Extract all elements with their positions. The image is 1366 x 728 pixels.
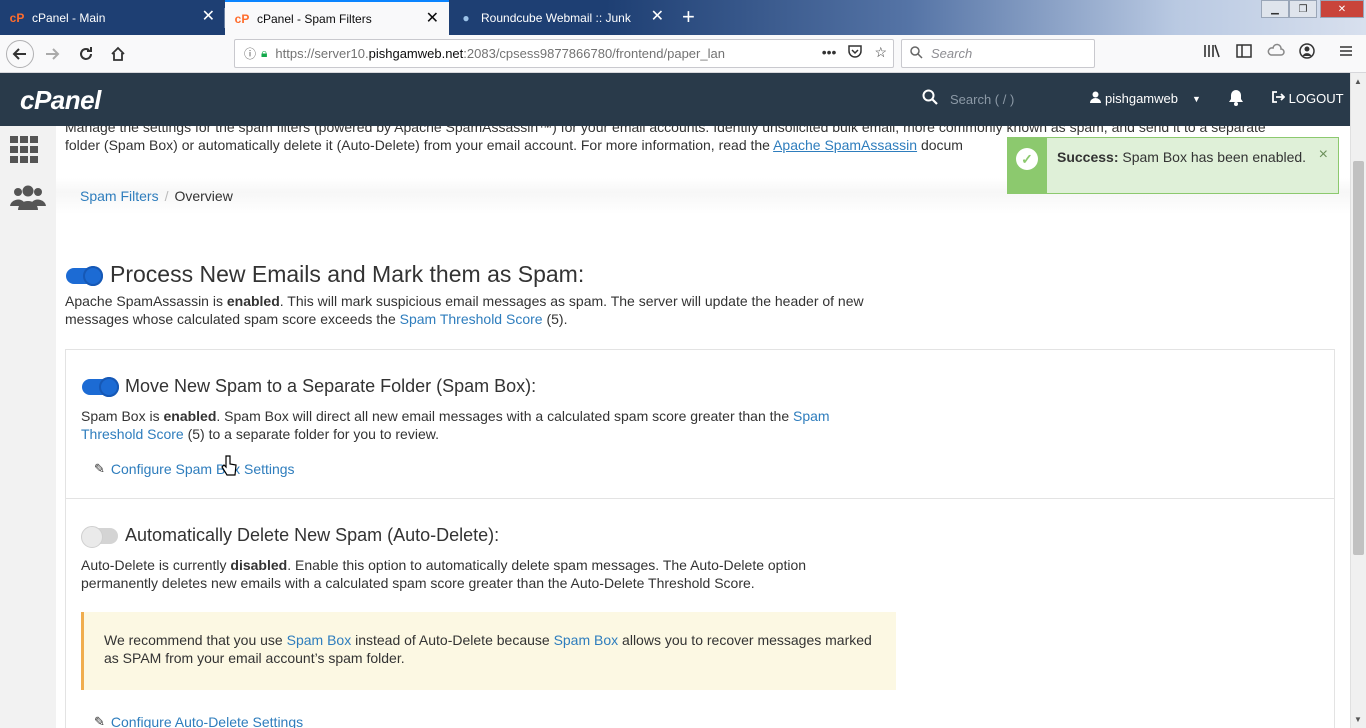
spam-threshold-score-link[interactable]: Spam Threshold Score [400,311,543,327]
configure-spam-box-label: Configure Spam Box Settings [110,461,295,477]
breadcrumb-spam-filters[interactable]: Spam Filters [80,188,159,204]
tab-title: cPanel - Main [32,10,106,25]
user-menu[interactable]: pishgamweb ▼ [1090,91,1201,106]
browser-search-box[interactable]: Search [901,39,1095,68]
tab-cpanel-main[interactable]: cP cPanel - Main ✕ [0,0,225,35]
section-divider [66,498,1334,499]
back-arrow-icon [12,48,26,60]
close-icon[interactable]: ✕ [651,9,664,25]
menu-icon[interactable] [1338,43,1354,64]
library-icon[interactable] [1203,43,1221,64]
bookmark-star-icon[interactable]: ☆ [874,44,887,61]
tab-roundcube-junk[interactable]: ● Roundcube Webmail :: Junk ✕ [449,0,674,35]
window-close-button[interactable]: ✕ [1320,0,1364,18]
pencil-icon: ✎ [94,714,105,728]
auto-delete-toggle[interactable] [81,526,118,548]
minimize-button[interactable]: ▁ [1261,0,1289,18]
recommendation-warning: We recommend that you use Spam Box inste… [81,612,896,690]
process-emails-title: Process New Emails and Mark them as Spam… [110,261,585,287]
toast-close-button[interactable]: × [1319,146,1328,164]
auto-delete-title: Automatically Delete New Spam (Auto-Dele… [125,525,500,545]
pocket-icon[interactable] [848,44,863,61]
account-icon[interactable] [1299,43,1315,64]
hand-cursor-icon [221,455,237,483]
search-icon [910,45,923,62]
spam-box-link[interactable]: Spam Box [287,632,352,648]
cpanel-header: cPanel Search ( / ) pishgamweb ▼ LOGOUT [0,73,1366,126]
configure-auto-delete-label: Configure Auto-Delete Settings [110,714,304,728]
tab-cpanel-spam-filters[interactable]: cP cPanel - Spam Filters ✕ [225,0,449,35]
spam-box-toggle[interactable] [82,377,119,397]
chevron-down-icon: ▼ [1192,93,1201,104]
page-actions-icon[interactable]: ••• [822,44,837,61]
forward-arrow-icon [46,48,60,60]
tab-title: cPanel - Spam Filters [257,11,372,26]
bell-icon[interactable] [1228,89,1244,111]
breadcrumb-current: Overview [174,188,233,204]
process-emails-description: Apache SpamAssassin is enabled. This wil… [65,293,864,327]
logout-icon [1272,91,1289,106]
maximize-button[interactable]: ❐ [1289,0,1317,18]
reload-button[interactable] [72,40,100,68]
browser-nav-bar: ⓘ 🔒︎ https://server10.pishgamweb.net:208… [0,35,1366,73]
forward-button[interactable] [38,40,66,68]
pencil-icon: ✎ [94,461,105,476]
lock-icon[interactable]: 🔒︎ [261,46,267,61]
scrollbar-thumb[interactable] [1353,161,1364,555]
vertical-scrollbar[interactable]: ▲ ▼ [1350,73,1366,728]
toast-message: Spam Box has been enabled. [1118,149,1307,165]
apache-spamassassin-link[interactable]: Apache SpamAssassin [773,137,917,153]
spam-box-link[interactable]: Spam Box [554,632,619,648]
cpanel-logo[interactable]: cPanel [20,85,101,116]
home-icon [111,46,125,61]
cpanel-icon: cP [9,10,25,25]
roundcube-icon: ● [462,10,470,25]
users-icon [10,185,46,210]
sync-icon[interactable] [1267,43,1285,64]
reload-icon [80,47,92,60]
search-icon [922,89,938,110]
address-bar[interactable]: ⓘ 🔒︎ https://server10.pishgamweb.net:208… [234,39,894,68]
breadcrumb-separator: / [164,188,169,204]
tab-title: Roundcube Webmail :: Junk [481,10,631,25]
intro-line-1: Manage the settings for the spam filters… [65,126,1266,135]
spam-options-panel: Move New Spam to a Separate Folder (Spam… [65,349,1335,728]
cpanel-search[interactable]: Search ( / ) [922,89,1014,110]
search-placeholder: Search [931,46,973,61]
username: pishgamweb [1105,91,1178,106]
spam-box-title: Move New Spam to a Separate Folder (Spam… [125,376,537,396]
sidebar-toggle-icon[interactable] [1236,43,1252,64]
back-button[interactable] [6,40,34,68]
breadcrumb: Spam Filters / Overview [80,188,233,204]
auto-delete-description: Auto-Delete is currently disabled. Enabl… [81,557,807,591]
main-content: Manage the settings for the spam filters… [56,126,1350,728]
close-icon[interactable]: ✕ [202,9,215,25]
toast-label: Success: [1057,149,1119,165]
user-icon [1090,91,1101,106]
browser-tab-bar: cP cPanel - Main ✕ cP cPanel - Spam Filt… [0,0,1366,35]
logout-button[interactable]: LOGOUT [1272,91,1344,106]
scroll-up-icon[interactable]: ▲ [1354,77,1362,86]
success-toast: ✓ Success: Spam Box has been enabled. × [1007,137,1339,194]
cpanel-sidebar [0,126,56,728]
url-text: https://server10.pishgamweb.net:2083/cps… [275,46,725,61]
logout-label: LOGOUT [1288,91,1344,106]
sidebar-item-users[interactable] [10,184,46,214]
configure-spam-box-link[interactable]: ✎ Configure Spam Box Settings [94,461,295,477]
grid-icon [10,136,38,163]
new-tab-button[interactable]: + [682,4,695,30]
home-button[interactable] [104,40,132,68]
scroll-down-icon[interactable]: ▼ [1354,715,1362,724]
tab-bar-background [606,0,1366,35]
configure-auto-delete-link[interactable]: ✎ Configure Auto-Delete Settings [94,714,303,728]
cpanel-icon: cP [234,11,250,26]
process-emails-toggle[interactable] [66,266,103,286]
sidebar-item-tools[interactable] [10,136,46,166]
check-icon: ✓ [1016,148,1038,170]
spam-box-description: Spam Box is enabled. Spam Box will direc… [81,408,830,442]
info-icon[interactable]: ⓘ [241,45,259,62]
close-icon[interactable]: ✕ [426,11,439,27]
search-placeholder: Search ( / ) [950,92,1015,107]
